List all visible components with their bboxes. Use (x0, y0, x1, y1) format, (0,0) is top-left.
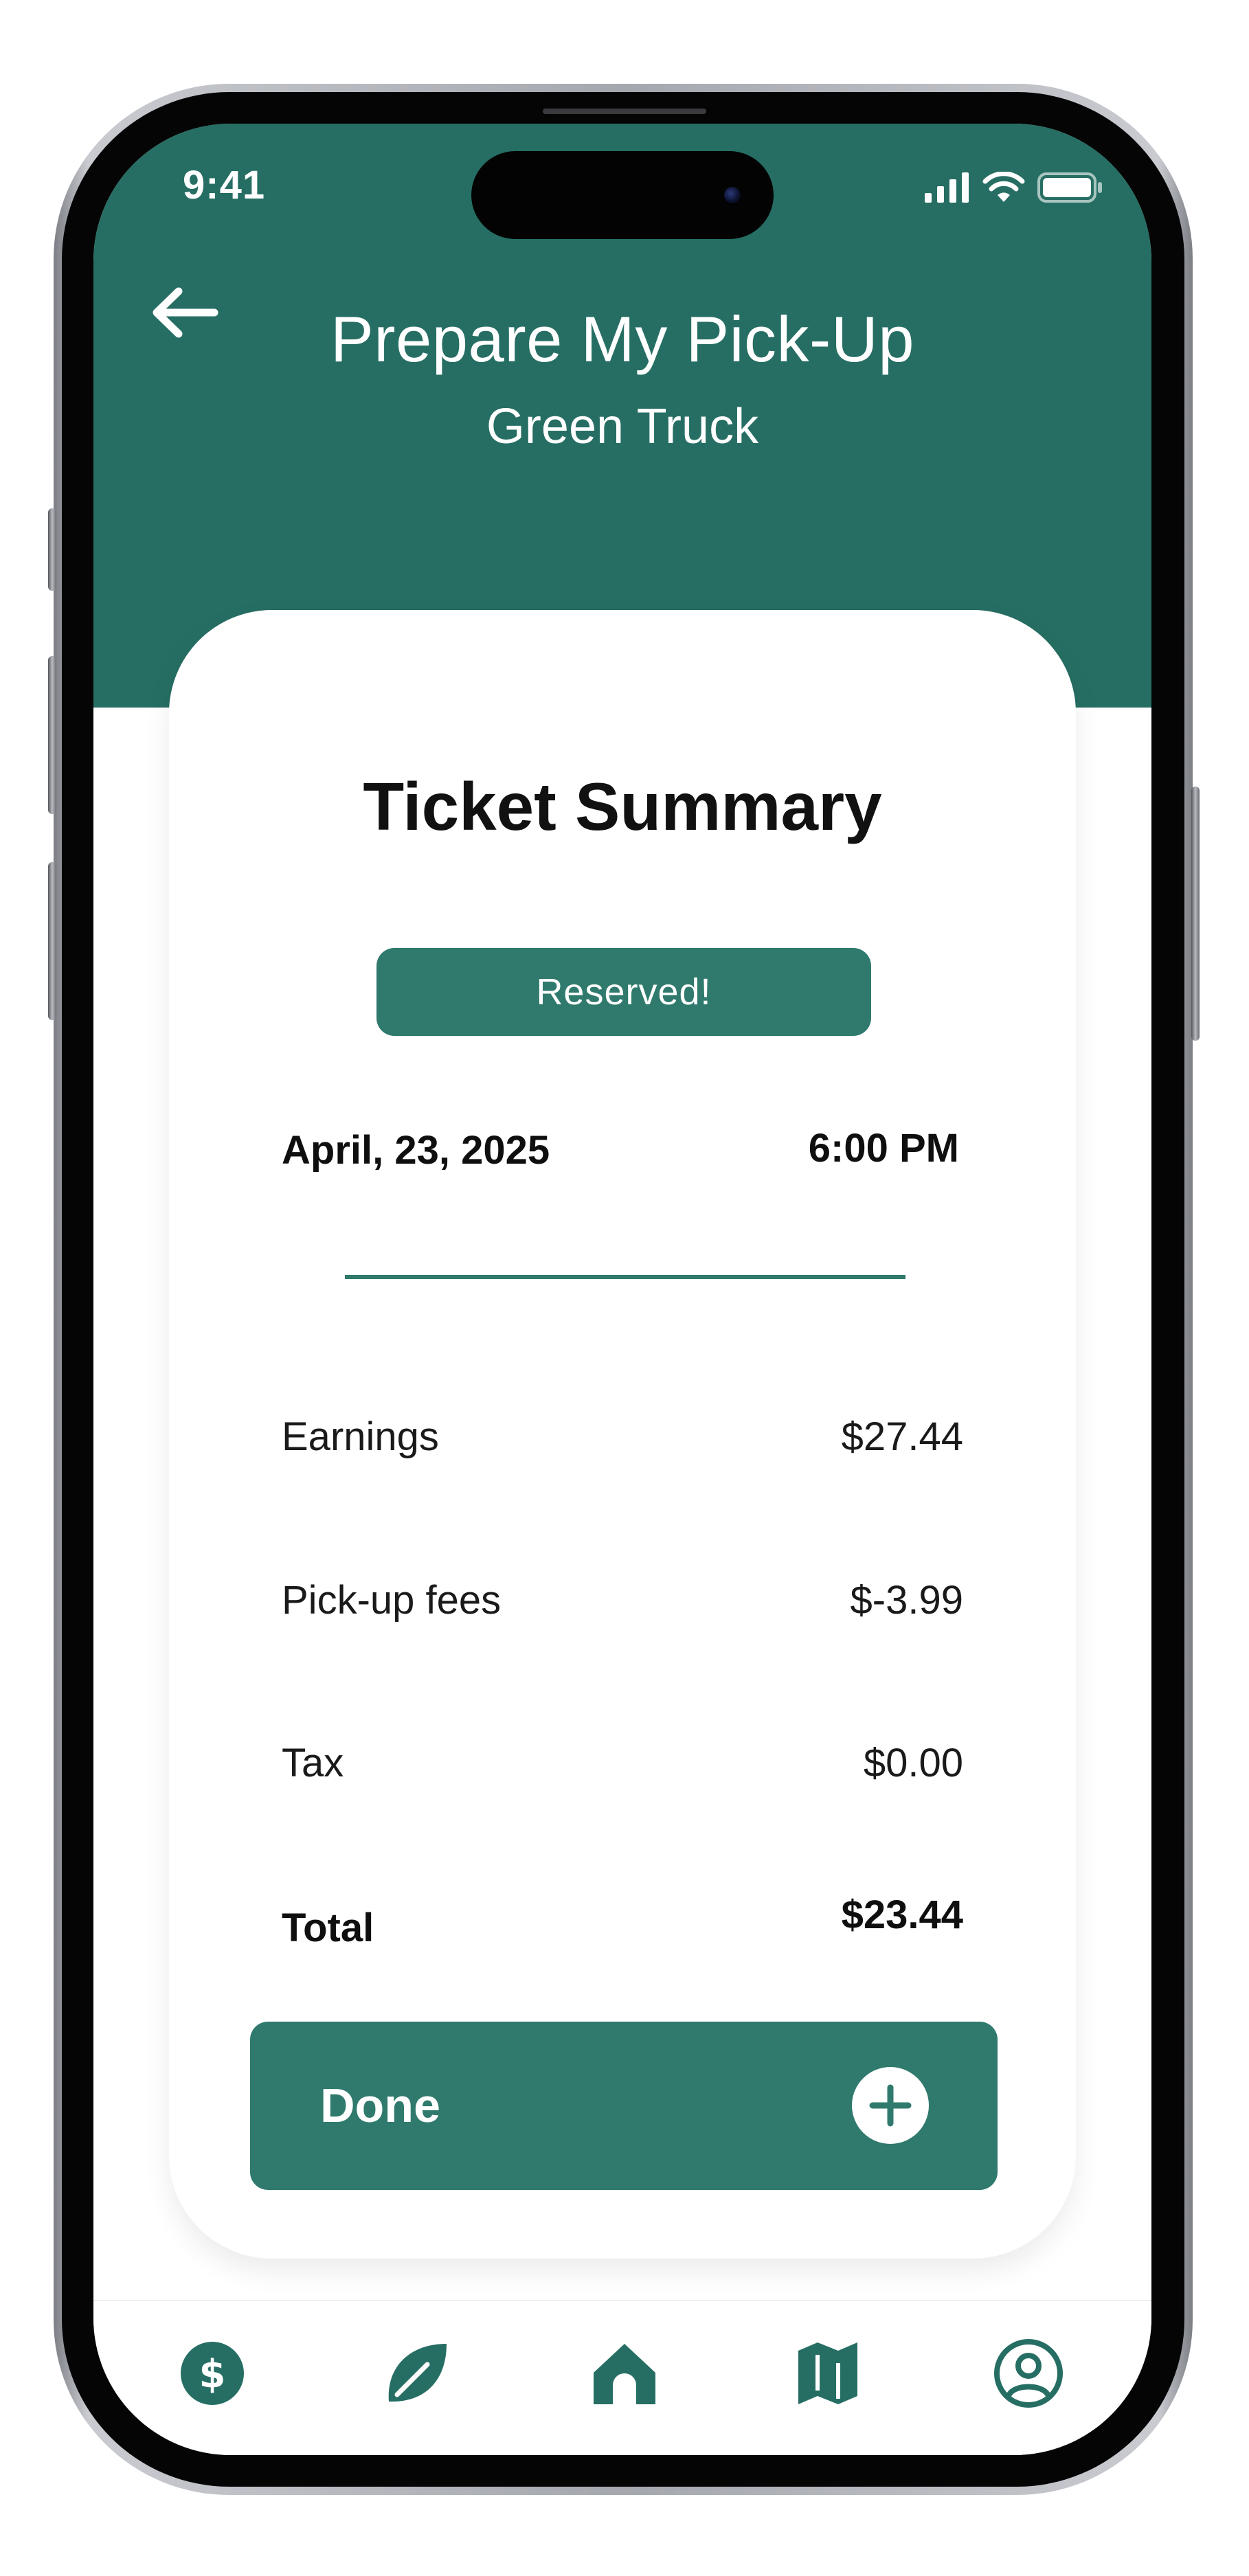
page-title: Prepare My Pick-Up (330, 303, 914, 375)
status-time: 9:41 (183, 163, 266, 207)
profile-icon[interactable] (991, 2336, 1066, 2411)
total-value: $23.44 (841, 1893, 963, 1937)
app-screen: 9:41 Prepare My Pick-Up Green Truck Tick… (93, 124, 1151, 2455)
camera-lens (724, 187, 741, 203)
done-button-label: Done (320, 2079, 440, 2132)
wifi-icon (982, 172, 1025, 202)
phone-action-button (48, 508, 56, 591)
pickup-time: 6:00 PM (808, 1126, 959, 1171)
map-icon[interactable] (790, 2336, 866, 2411)
bottom-navigation: $ (93, 2300, 1151, 2455)
dynamic-island (471, 151, 774, 239)
tax-value: $0.00 (863, 1741, 963, 1785)
phone-speaker (543, 109, 706, 114)
earnings-label: Earnings (282, 1414, 439, 1459)
pickup-fees-label: Pick-up fees (282, 1578, 502, 1623)
cellular-signal-icon (925, 172, 969, 203)
done-button[interactable]: Done (250, 2022, 998, 2190)
divider (345, 1275, 905, 1279)
dollar-coin-icon[interactable]: $ (175, 2336, 250, 2411)
phone-power-button (1191, 787, 1200, 1041)
ticket-summary-card: Ticket Summary Reserved! April, 23, 2025… (169, 610, 1076, 2259)
tax-label: Tax (282, 1741, 344, 1785)
phone-volume-down-button (48, 862, 56, 1020)
phone-volume-up-button (48, 656, 56, 814)
ticket-summary-title: Ticket Summary (363, 769, 882, 844)
earnings-value: $27.44 (841, 1414, 963, 1459)
page-subtitle: Green Truck (486, 399, 759, 454)
battery-icon (1037, 172, 1102, 203)
home-icon[interactable] (587, 2336, 662, 2411)
svg-text:$: $ (199, 2352, 226, 2397)
status-badge: Reserved! (376, 948, 871, 1036)
plus-circle-icon[interactable] (852, 2067, 929, 2144)
pickup-fees-value: $-3.99 (850, 1578, 963, 1623)
status-icons (925, 172, 1103, 203)
total-label: Total (282, 1906, 374, 1950)
pickup-date: April, 23, 2025 (282, 1128, 550, 1173)
leaf-icon[interactable] (379, 2336, 455, 2411)
